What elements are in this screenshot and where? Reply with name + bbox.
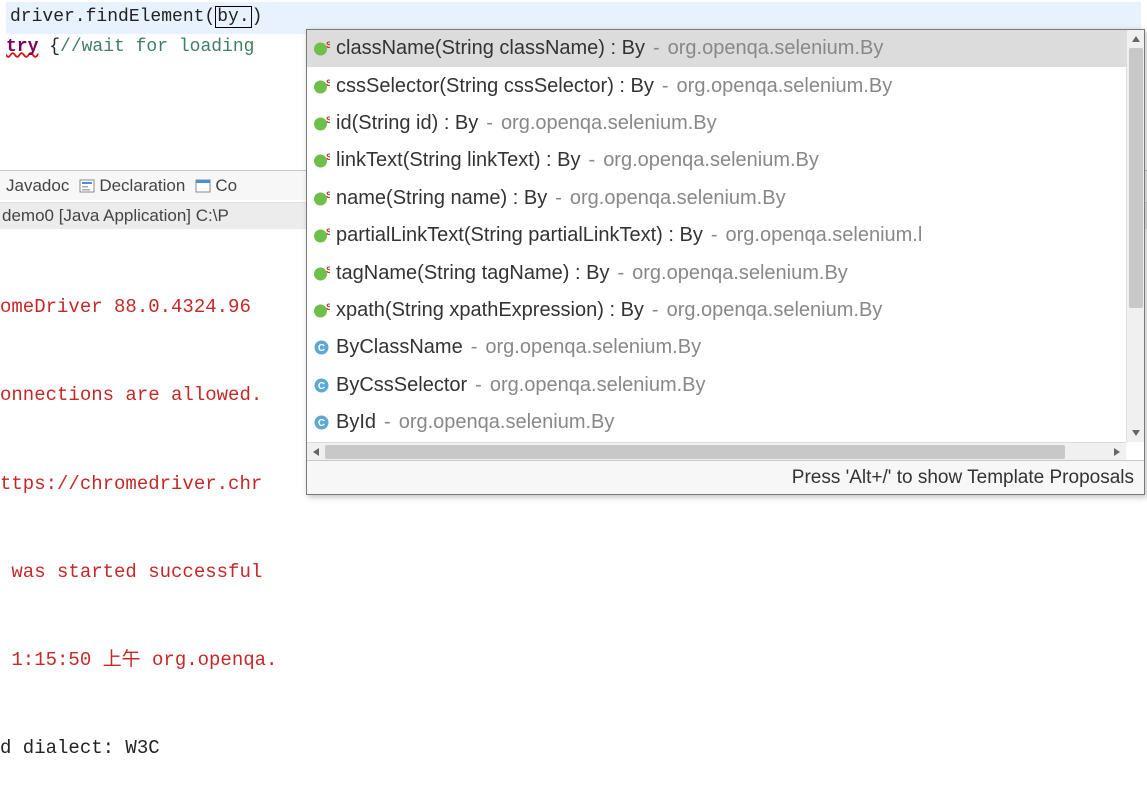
proposal-package: org.openqa.selenium.By: [490, 374, 706, 397]
proposal-signature: className(String className) : By: [336, 37, 645, 60]
svg-text:C: C: [318, 381, 325, 392]
code-text: driver.findElement(: [10, 7, 215, 27]
caret-selection[interactable]: by.: [215, 6, 251, 28]
horizontal-scrollbar[interactable]: [307, 442, 1126, 460]
proposal-signature: ByClassName: [336, 336, 463, 359]
proposal-separator: -: [486, 112, 493, 135]
console-line: 1:15:50 上午 org.openqa.: [0, 646, 1147, 675]
static-method-icon: S: [313, 265, 330, 282]
proposal-item[interactable]: SlinkText(String linkText) : By-org.open…: [307, 142, 1144, 179]
svg-text:S: S: [326, 40, 330, 50]
proposal-signature: partialLinkText(String partialLinkText) …: [336, 224, 703, 247]
code-comment: //wait for loading: [60, 37, 254, 57]
proposal-signature: ById: [336, 411, 376, 434]
proposal-item[interactable]: C ByClassName-org.openqa.selenium.By: [307, 329, 1144, 366]
proposal-separator: -: [711, 224, 718, 247]
proposal-separator: -: [471, 336, 478, 359]
svg-text:S: S: [326, 115, 330, 125]
proposal-item[interactable]: Sid(String id) : By-org.openqa.selenium.…: [307, 105, 1144, 142]
scrollbar-thumb[interactable]: [1129, 48, 1143, 308]
proposal-signature: linkText(String linkText) : By: [336, 149, 581, 172]
proposal-package: org.openqa.selenium.By: [399, 411, 615, 434]
tab-javadoc[interactable]: Javadoc: [6, 176, 69, 196]
tab-console[interactable]: Co: [215, 176, 237, 196]
proposal-separator: -: [652, 299, 659, 322]
proposal-package: org.openqa.selenium.By: [501, 112, 717, 135]
declaration-icon: [79, 178, 95, 194]
proposal-package: org.openqa.selenium.By: [667, 299, 883, 322]
static-method-icon: S: [313, 78, 330, 95]
class-icon: C: [313, 377, 330, 394]
proposal-signature: ByCssSelector: [336, 374, 467, 397]
svg-text:S: S: [326, 265, 330, 275]
code-keyword: try: [6, 37, 38, 57]
proposal-item[interactable]: C ById-org.openqa.selenium.By: [307, 404, 1144, 441]
proposal-separator: -: [475, 374, 482, 397]
static-method-icon: S: [313, 302, 330, 319]
tab-label: Declaration: [99, 176, 185, 195]
launch-text: demo0 [Java Application] C:\P: [2, 206, 229, 225]
scroll-left-arrow-icon[interactable]: [307, 443, 325, 461]
proposal-separator: -: [662, 75, 669, 98]
proposal-item[interactable]: C ByCssSelector-org.openqa.selenium.By: [307, 367, 1144, 404]
svg-text:S: S: [326, 190, 330, 200]
proposal-package: org.openqa.selenium.By: [570, 187, 786, 210]
proposal-signature: tagName(String tagName) : By: [336, 262, 609, 285]
proposal-separator: -: [617, 262, 624, 285]
proposal-item[interactable]: Sxpath(String xpathExpression) : By-org.…: [307, 292, 1144, 329]
proposal-signature: xpath(String xpathExpression) : By: [336, 299, 644, 322]
console-icon: [195, 178, 211, 194]
proposal-item[interactable]: SpartialLinkText(String partialLinkText)…: [307, 217, 1144, 254]
svg-text:S: S: [326, 227, 330, 237]
proposal-item[interactable]: ScssSelector(String cssSelector) : By-or…: [307, 67, 1144, 104]
static-method-icon: S: [313, 190, 330, 207]
proposal-signature: id(String id) : By: [336, 112, 478, 135]
proposal-package: org.openqa.selenium.By: [485, 336, 701, 359]
code-text: {: [38, 37, 60, 57]
content-assist-popup: SclassName(String className) : By-org.op…: [306, 29, 1145, 495]
static-method-icon: S: [313, 115, 330, 132]
proposal-list-container: SclassName(String className) : By-org.op…: [307, 30, 1144, 460]
tab-label: Co: [215, 176, 237, 195]
svg-text:S: S: [326, 302, 330, 312]
code-text: ): [252, 7, 263, 27]
svg-text:S: S: [326, 78, 330, 88]
proposal-signature: cssSelector(String cssSelector) : By: [336, 75, 654, 98]
console-line: was started successful: [0, 558, 1147, 587]
proposal-package: org.openqa.selenium.By: [632, 262, 848, 285]
scroll-down-arrow-icon[interactable]: [1127, 424, 1145, 442]
proposal-separator: -: [589, 149, 596, 172]
proposal-item[interactable]: SclassName(String className) : By-org.op…: [307, 30, 1144, 67]
proposal-package: org.openqa.selenium.By: [603, 149, 819, 172]
proposal-item[interactable]: StagName(String tagName) : By-org.openqa…: [307, 254, 1144, 291]
static-method-icon: S: [313, 227, 330, 244]
static-method-icon: S: [313, 40, 330, 57]
svg-text:C: C: [318, 343, 325, 354]
proposal-separator: -: [555, 187, 562, 210]
popup-status-text: Press 'Alt+/' to show Template Proposals: [792, 467, 1134, 489]
class-icon: C: [313, 414, 330, 431]
popup-status-bar: Press 'Alt+/' to show Template Proposals: [307, 460, 1144, 494]
tab-label: Javadoc: [6, 176, 69, 195]
scroll-up-arrow-icon[interactable]: [1127, 30, 1145, 48]
proposal-list[interactable]: SclassName(String className) : By-org.op…: [307, 30, 1144, 442]
svg-text:C: C: [318, 418, 325, 429]
proposal-item[interactable]: Sname(String name) : By-org.openqa.selen…: [307, 180, 1144, 217]
scrollbar-thumb[interactable]: [325, 445, 1065, 459]
proposal-package: org.openqa.selenium.l: [726, 224, 923, 247]
proposal-signature: name(String name) : By: [336, 187, 547, 210]
svg-text:S: S: [326, 152, 330, 162]
class-icon: C: [313, 339, 330, 356]
proposal-package: org.openqa.selenium.By: [677, 75, 893, 98]
scroll-right-arrow-icon[interactable]: [1108, 443, 1126, 461]
static-method-icon: S: [313, 152, 330, 169]
console-line: d dialect: W3C: [0, 734, 1147, 763]
proposal-separator: -: [653, 37, 660, 60]
tab-declaration[interactable]: Declaration: [99, 176, 185, 196]
code-line[interactable]: try {//wait for loading: [6, 37, 254, 57]
vertical-scrollbar[interactable]: [1126, 30, 1144, 442]
proposal-separator: -: [384, 411, 391, 434]
proposal-package: org.openqa.selenium.By: [668, 37, 884, 60]
